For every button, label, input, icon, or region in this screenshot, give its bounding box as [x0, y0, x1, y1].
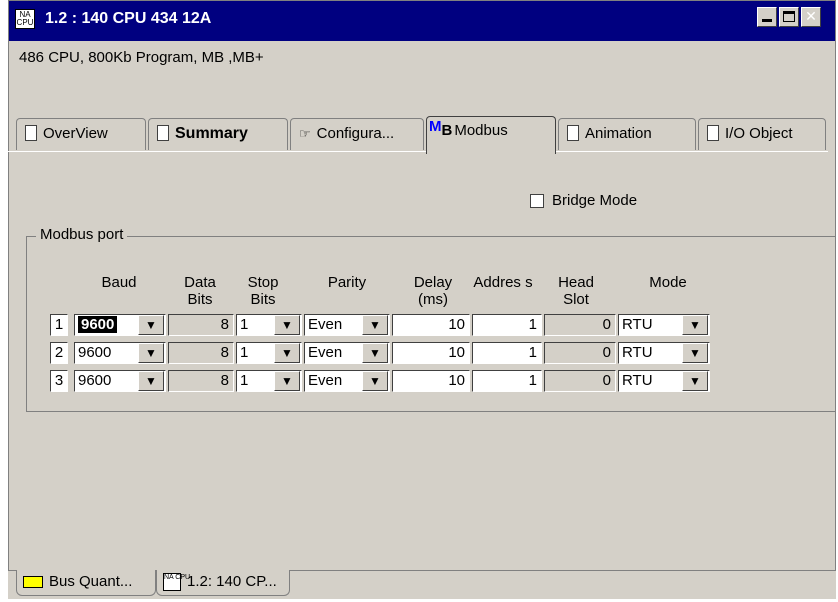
mode-dropdown-button[interactable]: ▼	[682, 343, 708, 363]
stop-bits-dropdown-button[interactable]: ▼	[274, 315, 300, 335]
address-input[interactable]: 1	[472, 314, 542, 336]
address-input[interactable]: 1	[472, 370, 542, 392]
maximize-icon	[783, 11, 795, 22]
modbus-icon: M	[429, 118, 442, 135]
delay-input[interactable]: 10	[392, 370, 470, 392]
stop-bits-dropdown-button[interactable]: ▼	[274, 371, 300, 391]
baud-value: 9600	[78, 316, 118, 333]
window-title: 1.2 : 140 CPU 434 12A	[45, 10, 212, 27]
dropdown-arrow-icon: ▼	[689, 318, 701, 332]
tab-configuration[interactable]: ☞ Configura...	[290, 118, 424, 150]
parity-value: Even	[308, 344, 343, 361]
close-icon: ✕	[805, 8, 817, 24]
bridge-mode-label: Bridge Mode	[552, 192, 638, 209]
row-number: 3	[50, 370, 68, 392]
tab-label: Summary	[175, 125, 248, 142]
parity-dropdown-button[interactable]: ▼	[362, 315, 388, 335]
close-button[interactable]: ✕	[801, 7, 821, 27]
baud-value: 9600	[78, 344, 112, 361]
header-delay: Delay (ms)	[413, 274, 453, 308]
dropdown-arrow-icon: ▼	[689, 374, 701, 388]
head-slot-value: 0	[544, 314, 616, 336]
stop-bits-value: 1	[240, 316, 249, 333]
cpu-icon: NA CPU	[15, 9, 35, 29]
mode-value: RTU	[622, 344, 653, 361]
baud-dropdown-button[interactable]: ▼	[138, 343, 164, 363]
delay-input[interactable]: 10	[392, 342, 470, 364]
header-address: Addres s	[473, 274, 533, 291]
tab-animation[interactable]: Animation	[558, 118, 696, 150]
tab-summary[interactable]: Summary	[148, 118, 288, 150]
minimize-icon	[762, 19, 772, 22]
dropdown-arrow-icon: ▼	[145, 346, 157, 360]
data-bits-value: 8	[168, 314, 234, 336]
dropdown-arrow-icon: ▼	[145, 374, 157, 388]
tab-overview[interactable]: OverView	[16, 118, 146, 150]
bridge-mode-checkbox[interactable]	[530, 194, 544, 208]
stop-bits-value: 1	[240, 372, 249, 389]
header-baud: Baud	[101, 274, 137, 291]
module-icon	[567, 125, 579, 142]
header-parity: Parity	[327, 274, 367, 291]
bus-icon	[23, 576, 43, 589]
parity-dropdown-button[interactable]: ▼	[362, 371, 388, 391]
module-description: 486 CPU, 800Kb Program, MB ,MB+	[19, 49, 264, 66]
dropdown-arrow-icon: ▼	[689, 346, 701, 360]
dropdown-arrow-icon: ▼	[369, 318, 381, 332]
module-icon	[707, 125, 719, 142]
parity-dropdown-button[interactable]: ▼	[362, 343, 388, 363]
row-number: 2	[50, 342, 68, 364]
mode-dropdown-button[interactable]: ▼	[682, 371, 708, 391]
header-head-slot: Head Slot	[558, 274, 594, 308]
tab-label: Modbus	[454, 122, 508, 139]
dropdown-arrow-icon: ▼	[281, 374, 293, 388]
maximize-button[interactable]	[779, 7, 799, 27]
dropdown-arrow-icon: ▼	[145, 318, 157, 332]
tab-label: Configura...	[316, 125, 395, 142]
cpu-icon: NA CPU	[163, 573, 190, 592]
data-bits-value: 8	[168, 342, 234, 364]
mode-value: RTU	[622, 372, 653, 389]
tab-modbus[interactable]: MB Modbus	[426, 116, 556, 154]
tab-io-object[interactable]: I/O Object	[698, 118, 826, 150]
baud-value: 9600	[78, 372, 112, 389]
stop-bits-dropdown-button[interactable]: ▼	[274, 343, 300, 363]
title-bar[interactable]: NA CPU 1.2 : 140 CPU 434 12A ✕	[9, 1, 835, 41]
mode-dropdown-button[interactable]: ▼	[682, 315, 708, 335]
dropdown-arrow-icon: ▼	[369, 346, 381, 360]
header-stop-bits: Stop Bits	[247, 274, 279, 308]
bottom-tab-label: 1.2: 140 CP...	[187, 573, 277, 590]
minimize-button[interactable]	[757, 7, 777, 27]
head-slot-value: 0	[544, 342, 616, 364]
bottom-tab-cpu[interactable]: NA CPU1.2: 140 CP...	[156, 570, 290, 596]
tab-label: OverView	[43, 125, 108, 142]
modbus-icon-b: B	[441, 122, 453, 139]
stop-bits-value: 1	[240, 344, 249, 361]
row-number: 1	[50, 314, 68, 336]
parity-value: Even	[308, 372, 343, 389]
dropdown-arrow-icon: ▼	[281, 346, 293, 360]
modbus-port-label: Modbus port	[36, 226, 128, 243]
module-icon	[157, 124, 169, 141]
bottom-tab-bus-quantum[interactable]: Bus Quant...	[16, 570, 156, 596]
parity-value: Even	[308, 316, 343, 333]
delay-input[interactable]: 10	[392, 314, 470, 336]
header-mode: Mode	[649, 274, 687, 291]
tab-label: I/O Object	[725, 125, 793, 142]
head-slot-value: 0	[544, 370, 616, 392]
baud-dropdown-button[interactable]: ▼	[138, 315, 164, 335]
config-hand-icon: ☞	[299, 126, 311, 141]
header-data-bits: Data Bits	[184, 274, 216, 308]
bottom-tab-label: Bus Quant...	[49, 573, 133, 590]
mode-value: RTU	[622, 316, 653, 333]
baud-dropdown-button[interactable]: ▼	[138, 371, 164, 391]
address-input[interactable]: 1	[472, 342, 542, 364]
description-area: 486 CPU, 800Kb Program, MB ,MB+	[9, 41, 835, 117]
data-bits-value: 8	[168, 370, 234, 392]
dropdown-arrow-icon: ▼	[369, 374, 381, 388]
module-icon	[25, 125, 37, 142]
dropdown-arrow-icon: ▼	[281, 318, 293, 332]
tab-label: Animation	[585, 125, 652, 142]
